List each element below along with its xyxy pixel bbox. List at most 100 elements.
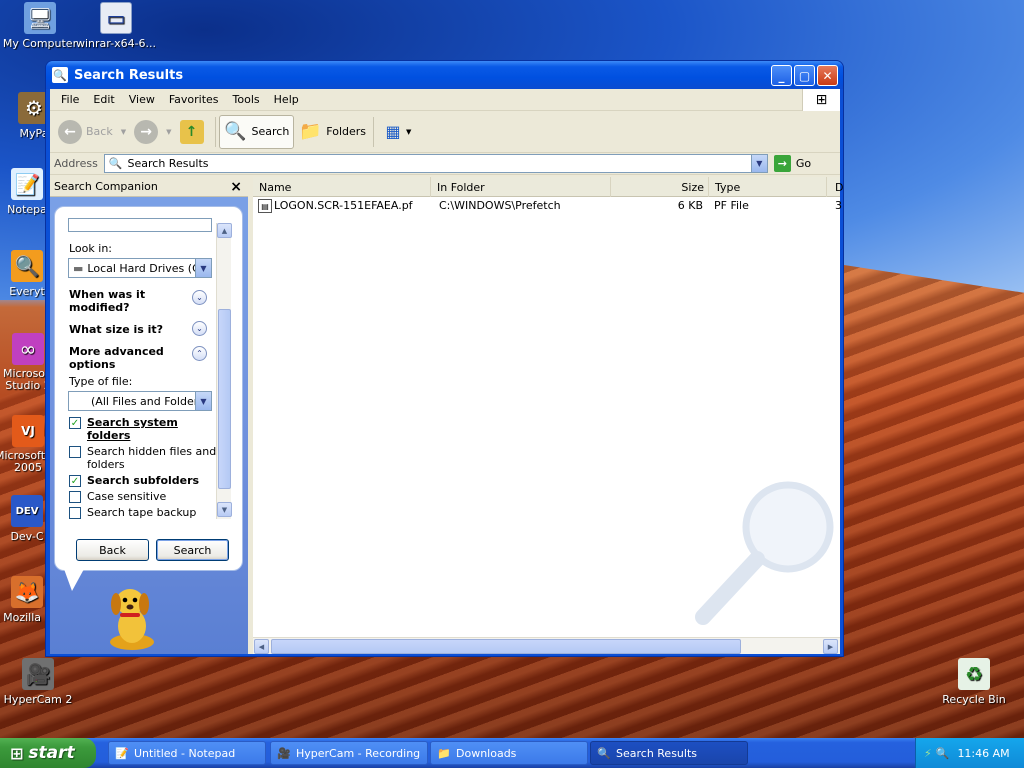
menu-view[interactable]: View	[122, 93, 162, 106]
scrollbar-thumb[interactable]	[218, 309, 231, 489]
minimize-button[interactable]: _	[771, 65, 792, 86]
result-type: PF File	[714, 199, 749, 212]
scroll-down-icon[interactable]: ▼	[217, 502, 232, 517]
checkbox-unchecked[interactable]	[69, 507, 81, 519]
camera-icon: 🎥	[22, 658, 54, 690]
result-folder: C:\WINDOWS\Prefetch	[439, 199, 561, 212]
horizontal-scrollbar[interactable]: ◀ ▶	[253, 637, 840, 654]
forward-arrow-icon: →	[134, 119, 159, 144]
desktop-icon-label: My Computer	[2, 37, 78, 50]
column-header-in-folder[interactable]: In Folder	[431, 177, 611, 197]
search-icon: 🔍	[224, 121, 247, 142]
close-icon[interactable]: ×	[230, 179, 242, 195]
search-system-folders-checkbox[interactable]: ✓ Search system folders	[69, 416, 219, 442]
search-subfolders-checkbox[interactable]: ✓ Search subfolders	[69, 474, 219, 487]
menu-tools[interactable]: Tools	[226, 93, 267, 106]
expand-chevron-icon[interactable]: ⌄	[192, 290, 207, 305]
scroll-right-icon[interactable]: ▶	[823, 639, 838, 654]
forward-button[interactable]: → ▼	[130, 115, 175, 149]
views-grid-icon: ▦	[385, 122, 401, 141]
go-arrow-icon: →	[773, 155, 791, 172]
chevron-down-icon[interactable]: ▼	[195, 259, 211, 277]
checkbox-checked[interactable]: ✓	[69, 475, 81, 487]
desktop-icon-recycle-bin[interactable]: ♻ Recycle Bin	[934, 658, 1014, 706]
notepad-icon: 📝	[115, 746, 129, 760]
expand-chevron-icon[interactable]: ⌄	[192, 321, 207, 336]
checkbox-unchecked[interactable]	[69, 446, 81, 458]
filename-input[interactable]	[68, 218, 212, 232]
chevron-down-icon[interactable]: ▼	[166, 128, 171, 136]
task-label: HyperCam - Recording	[296, 746, 421, 760]
menu-help[interactable]: Help	[267, 93, 306, 106]
search-tray-icon[interactable]: 🔍	[936, 747, 950, 760]
views-button[interactable]: ▦ ▼	[377, 115, 415, 149]
back-label: Back	[86, 125, 113, 138]
column-header-name[interactable]: Name	[253, 177, 431, 197]
checkbox-label: Case sensitive	[87, 490, 167, 503]
checkbox-checked[interactable]: ✓	[69, 417, 81, 429]
when-modified-section[interactable]: When was it modified?	[69, 288, 209, 314]
computer-icon: 🖥	[24, 2, 56, 34]
search-icon: 🔍	[108, 157, 123, 170]
maximize-button[interactable]: ▢	[794, 65, 815, 86]
what-size-section[interactable]: What size is it?	[69, 323, 209, 336]
task-hypercam[interactable]: 🎥 HyperCam - Recording	[270, 741, 428, 765]
close-button[interactable]: ✕	[817, 65, 838, 86]
table-row[interactable]: ▤ LOGON.SCR-151EFAEA.pf C:\WINDOWS\Prefe…	[253, 199, 842, 215]
task-notepad[interactable]: 📝 Untitled - Notepad	[108, 741, 266, 765]
checkbox-unchecked[interactable]	[69, 491, 81, 503]
result-date: 3	[835, 199, 842, 212]
chevron-down-icon[interactable]: ▼	[750, 155, 767, 172]
chevron-down-icon[interactable]: ▼	[195, 392, 211, 410]
windows-logo-icon: ⊞	[802, 89, 840, 111]
checkbox-label: Search system folders	[87, 416, 178, 442]
jsharp-icon: VJ	[12, 415, 44, 447]
address-input[interactable]: 🔍 Search Results ▼	[103, 154, 768, 173]
search-label: Search	[251, 125, 290, 138]
search-button[interactable]: Search	[156, 539, 229, 561]
menu-edit[interactable]: Edit	[86, 93, 121, 106]
case-sensitive-checkbox[interactable]: Case sensitive	[69, 490, 219, 503]
type-of-file-label: Type of file:	[69, 375, 133, 388]
chevron-down-icon: ▼	[406, 127, 412, 136]
column-header-size[interactable]: Size	[611, 177, 709, 197]
desktop-icon-winrar[interactable]: ▭ winrar-x64-6...	[76, 2, 156, 50]
go-button[interactable]: → Go	[773, 155, 811, 172]
start-label: start	[28, 743, 75, 763]
search-tape-backup-checkbox[interactable]: Search tape backup	[69, 506, 219, 519]
task-downloads[interactable]: 📁 Downloads	[430, 741, 588, 765]
search-hidden-files-checkbox[interactable]: Search hidden files and folders	[69, 445, 219, 471]
camera-icon: 🎥	[277, 746, 291, 760]
network-icon[interactable]: ⚡	[924, 747, 932, 760]
menu-file[interactable]: File	[54, 93, 86, 106]
scrollbar-thumb[interactable]	[271, 639, 741, 654]
clock[interactable]: 11:46 AM	[957, 747, 1009, 760]
search-icon: 🔍	[597, 746, 611, 760]
options-scrollbar[interactable]: ▲ ▼	[216, 223, 232, 519]
search-dog-icon[interactable]	[102, 582, 162, 652]
title-bar[interactable]: 🔍 Search Results _ ▢ ✕	[46, 61, 843, 89]
hard-drive-icon: ▬	[73, 261, 84, 275]
column-header-type[interactable]: Type	[709, 177, 827, 197]
folder-icon: 📁	[299, 121, 322, 142]
chevron-down-icon[interactable]: ▼	[121, 128, 126, 136]
search-button[interactable]: 🔍 Search	[218, 114, 295, 149]
start-button[interactable]: ⊞ start	[0, 738, 96, 768]
column-header-date[interactable]: D	[827, 177, 843, 197]
file-type-select[interactable]: (All Files and Folders) ▼	[68, 391, 212, 411]
back-button[interactable]: ← Back ▼	[54, 115, 130, 149]
folders-label: Folders	[326, 125, 367, 138]
scroll-up-icon[interactable]: ▲	[217, 223, 232, 238]
more-options-section[interactable]: More advanced options	[69, 345, 209, 371]
desktop-icon-my-computer[interactable]: 🖥 My Computer	[0, 2, 80, 50]
collapse-chevron-icon[interactable]: ⌃	[192, 346, 207, 361]
scroll-left-icon[interactable]: ◀	[254, 639, 269, 654]
task-search-results[interactable]: 🔍 Search Results	[590, 741, 748, 765]
folders-button[interactable]: 📁 Folders	[294, 115, 370, 149]
look-in-select[interactable]: ▬ Local Hard Drives (C: ▼	[68, 258, 212, 278]
menu-favorites[interactable]: Favorites	[162, 93, 226, 106]
back-button[interactable]: Back	[76, 539, 149, 561]
desktop-icon-hypercam[interactable]: 🎥 HyperCam 2	[0, 658, 78, 706]
up-folder-icon: ↑	[179, 119, 204, 144]
up-folder-button[interactable]: ↑	[176, 115, 212, 149]
